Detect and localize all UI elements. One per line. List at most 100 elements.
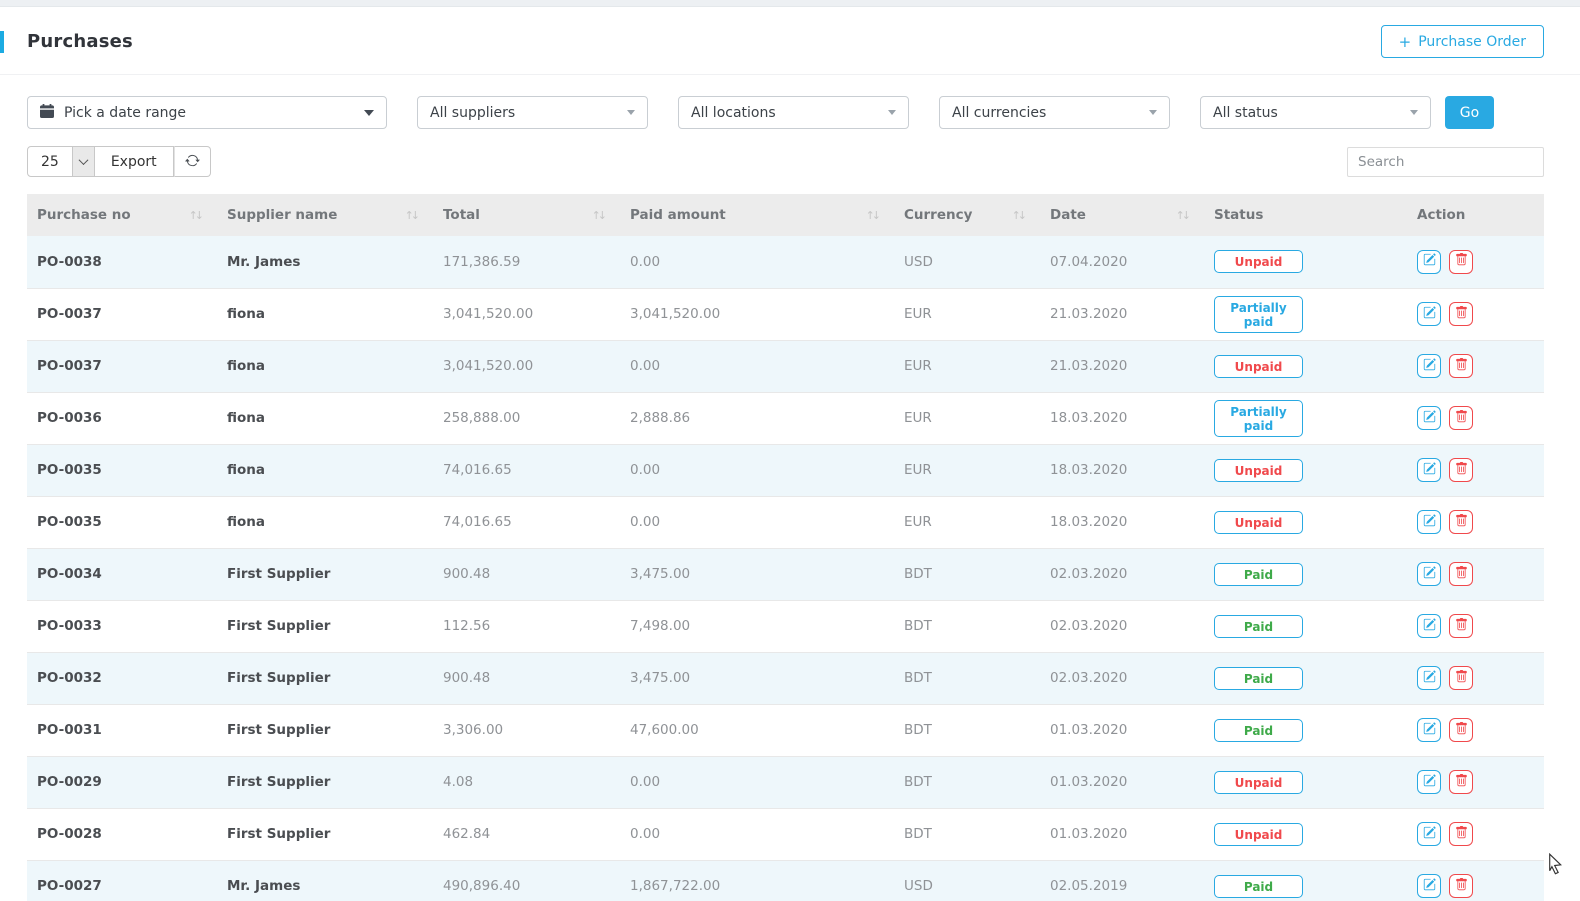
trash-icon — [1455, 618, 1468, 635]
total-cell: 3,041,520.00 — [433, 288, 620, 340]
total-cell: 74,016.65 — [433, 496, 620, 548]
action-cell — [1407, 444, 1544, 496]
action-cell — [1407, 600, 1544, 652]
date-range-picker[interactable]: Pick a date range — [27, 96, 387, 129]
paid-amount-cell: 0.00 — [620, 340, 894, 392]
edit-icon — [1423, 618, 1436, 635]
column-header-currency[interactable]: Currency↑↓ — [894, 194, 1040, 236]
currency-cell: EUR — [894, 288, 1040, 340]
purchase-order-button[interactable]: + Purchase Order — [1381, 25, 1544, 58]
delete-button[interactable] — [1449, 406, 1473, 430]
status-badge: Unpaid — [1214, 823, 1303, 846]
sort-icon[interactable]: ↑↓ — [189, 209, 201, 222]
sort-icon[interactable]: ↑↓ — [866, 209, 878, 222]
edit-button[interactable] — [1417, 250, 1441, 274]
edit-button[interactable] — [1417, 406, 1441, 430]
sort-icon[interactable]: ↑↓ — [1012, 209, 1024, 222]
suppliers-select[interactable]: All suppliers — [417, 96, 648, 129]
supplier-name-cell: fiona — [217, 444, 433, 496]
delete-button[interactable] — [1449, 562, 1473, 586]
edit-button[interactable] — [1417, 510, 1441, 534]
date-cell: 18.03.2020 — [1040, 392, 1204, 444]
supplier-name-cell: First Supplier — [217, 808, 433, 860]
table-header-row: Purchase no↑↓Supplier name↑↓Total↑↓Paid … — [27, 194, 1544, 236]
table-row: PO-0029First Supplier4.080.00BDT01.03.20… — [27, 756, 1544, 808]
edit-button[interactable] — [1417, 770, 1441, 794]
date-cell: 01.03.2020 — [1040, 808, 1204, 860]
locations-select[interactable]: All locations — [678, 96, 909, 129]
delete-button[interactable] — [1449, 874, 1473, 898]
purchases-table: Purchase no↑↓Supplier name↑↓Total↑↓Paid … — [27, 194, 1544, 901]
status-badge: Unpaid — [1214, 250, 1303, 273]
column-header-total[interactable]: Total↑↓ — [433, 194, 620, 236]
status-cell: Partially paid — [1204, 392, 1407, 444]
edit-button[interactable] — [1417, 614, 1441, 638]
edit-button[interactable] — [1417, 874, 1441, 898]
table-row: PO-0033First Supplier112.567,498.00BDT02… — [27, 600, 1544, 652]
status-select[interactable]: All status — [1200, 96, 1431, 129]
delete-button[interactable] — [1449, 250, 1473, 274]
edit-button[interactable] — [1417, 666, 1441, 690]
column-header-paid-amount[interactable]: Paid amount↑↓ — [620, 194, 894, 236]
date-cell: 02.03.2020 — [1040, 652, 1204, 704]
total-cell: 462.84 — [433, 808, 620, 860]
currencies-select[interactable]: All currencies — [939, 96, 1170, 129]
status-select-value: All status — [1213, 105, 1278, 121]
delete-button[interactable] — [1449, 302, 1473, 326]
delete-button[interactable] — [1449, 354, 1473, 378]
date-cell: 02.05.2019 — [1040, 860, 1204, 901]
date-cell: 21.03.2020 — [1040, 340, 1204, 392]
edit-button[interactable] — [1417, 354, 1441, 378]
edit-button[interactable] — [1417, 302, 1441, 326]
column-label: Status — [1214, 207, 1263, 223]
action-cell — [1407, 340, 1544, 392]
action-cell — [1407, 652, 1544, 704]
action-cell — [1407, 756, 1544, 808]
status-badge: Unpaid — [1214, 459, 1303, 482]
refresh-button[interactable] — [174, 146, 211, 177]
sort-icon[interactable]: ↑↓ — [592, 209, 604, 222]
column-header-purchase-no[interactable]: Purchase no↑↓ — [27, 194, 217, 236]
delete-button[interactable] — [1449, 458, 1473, 482]
go-button[interactable]: Go — [1445, 96, 1494, 129]
search-input[interactable] — [1347, 147, 1544, 177]
purchase-no-cell: PO-0029 — [27, 756, 217, 808]
action-cell — [1407, 704, 1544, 756]
status-badge: Unpaid — [1214, 771, 1303, 794]
edit-icon — [1423, 566, 1436, 583]
delete-button[interactable] — [1449, 718, 1473, 742]
edit-button[interactable] — [1417, 458, 1441, 482]
supplier-name-cell: fiona — [217, 288, 433, 340]
delete-button[interactable] — [1449, 770, 1473, 794]
caret-down-icon — [1149, 110, 1157, 115]
sort-icon[interactable]: ↑↓ — [405, 209, 417, 222]
table-row: PO-0037fiona3,041,520.003,041,520.00EUR2… — [27, 288, 1544, 340]
edit-button[interactable] — [1417, 718, 1441, 742]
action-cell — [1407, 236, 1544, 288]
title-accent-bar — [0, 31, 4, 53]
calendar-icon — [40, 104, 54, 122]
supplier-name-cell: First Supplier — [217, 548, 433, 600]
paid-amount-cell: 0.00 — [620, 236, 894, 288]
purchase-no-cell: PO-0032 — [27, 652, 217, 704]
trash-icon — [1455, 774, 1468, 791]
currency-cell: BDT — [894, 704, 1040, 756]
delete-button[interactable] — [1449, 822, 1473, 846]
total-cell: 900.48 — [433, 548, 620, 600]
edit-button[interactable] — [1417, 822, 1441, 846]
status-cell: Paid — [1204, 652, 1407, 704]
page-size-select[interactable]: 25 — [27, 146, 95, 177]
supplier-name-cell: fiona — [217, 496, 433, 548]
currency-cell: USD — [894, 860, 1040, 901]
delete-button[interactable] — [1449, 666, 1473, 690]
date-range-value: Pick a date range — [64, 105, 186, 121]
total-cell: 4.08 — [433, 756, 620, 808]
export-button[interactable]: Export — [95, 146, 174, 177]
sort-icon[interactable]: ↑↓ — [1176, 209, 1188, 222]
delete-button[interactable] — [1449, 510, 1473, 534]
edit-button[interactable] — [1417, 562, 1441, 586]
delete-button[interactable] — [1449, 614, 1473, 638]
column-header-date[interactable]: Date↑↓ — [1040, 194, 1204, 236]
column-header-supplier-name[interactable]: Supplier name↑↓ — [217, 194, 433, 236]
column-label: Action — [1417, 207, 1465, 223]
